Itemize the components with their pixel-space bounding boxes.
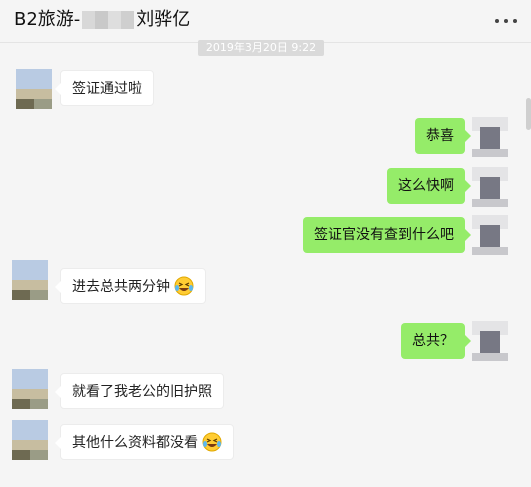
message-text: 这么快啊 (398, 178, 454, 194)
contact-avatar[interactable] (16, 69, 52, 109)
my-avatar[interactable] (472, 321, 508, 361)
message-text: 其他什么资料都没看 (72, 435, 198, 451)
my-avatar[interactable] (472, 215, 508, 255)
message-bubble-incoming[interactable]: 进去总共两分钟 (55, 268, 206, 304)
message-text: 就看了我老公的旧护照 (72, 384, 212, 400)
message-bubble-incoming[interactable]: 就看了我老公的旧护照 (55, 373, 224, 409)
laughing-crying-emoji-icon (202, 432, 222, 451)
chat-scrollbar[interactable] (526, 98, 531, 130)
message-text: 签证官没有查到什么吧 (314, 227, 454, 243)
more-dots-icon[interactable] (495, 12, 517, 30)
chat-title: B2旅游- 刘骅亿 (14, 9, 190, 31)
redacted-name-mosaic (82, 11, 135, 29)
message-bubble-incoming[interactable]: 其他什么资料都没看 (55, 424, 234, 460)
message-timestamp: 2019年3月20日 9:22 (198, 40, 324, 56)
chat-title-prefix: B2旅游- (14, 9, 81, 30)
chat-header: B2旅游- 刘骅亿 (0, 0, 531, 43)
contact-avatar[interactable] (12, 369, 48, 409)
message-text: 恭喜 (426, 128, 454, 144)
message-text: 签证通过啦 (72, 81, 142, 97)
message-text: 总共？ (412, 333, 454, 349)
message-bubble-outgoing[interactable]: 这么快啊 (387, 168, 471, 204)
message-bubble-outgoing[interactable]: 签证官没有查到什么吧 (303, 217, 471, 253)
laughing-crying-emoji-icon (174, 276, 194, 295)
chat-title-suffix: 刘骅亿 (136, 9, 191, 30)
message-bubble-outgoing[interactable]: 总共？ (401, 323, 471, 359)
message-text: 进去总共两分钟 (72, 279, 170, 295)
my-avatar[interactable] (472, 117, 508, 157)
message-bubble-outgoing[interactable]: 恭喜 (415, 118, 471, 154)
contact-avatar[interactable] (12, 260, 48, 300)
message-bubble-incoming[interactable]: 签证通过啦 (55, 70, 154, 106)
my-avatar[interactable] (472, 167, 508, 207)
contact-avatar[interactable] (12, 420, 48, 460)
